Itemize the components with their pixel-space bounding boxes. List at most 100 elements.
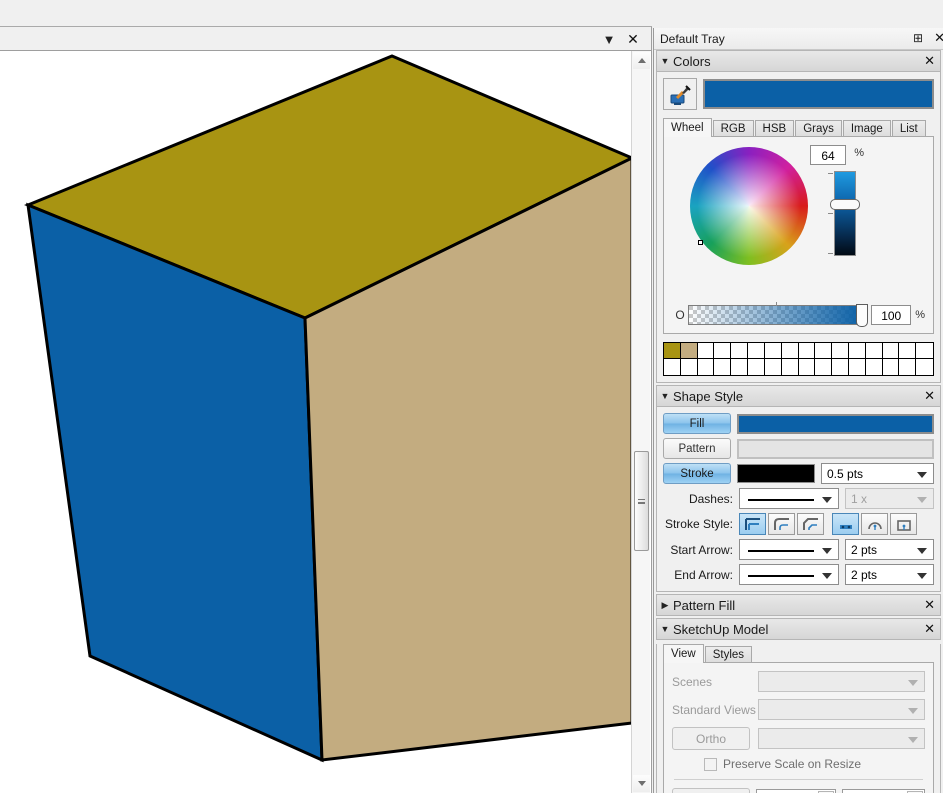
palette-swatch[interactable] (882, 343, 900, 359)
chevron-down-icon[interactable] (822, 572, 832, 579)
palette-swatch[interactable] (748, 343, 765, 359)
brightness-slider[interactable] (834, 171, 856, 256)
palette-swatch[interactable] (714, 343, 732, 359)
start-arrow-size-combo[interactable]: 2 pts (845, 539, 934, 560)
shape-style-panel-header[interactable]: ▼ Shape Style ✕ (656, 385, 941, 407)
palette-swatch[interactable] (748, 359, 765, 375)
chevron-down-icon[interactable] (917, 471, 927, 478)
palette-swatch[interactable] (781, 343, 799, 359)
start-arrow-combo[interactable] (739, 539, 839, 560)
corner-bevel-icon[interactable] (797, 513, 824, 535)
tab-image[interactable]: Image (842, 120, 891, 137)
tray-close-icon[interactable]: ✕ (934, 30, 943, 46)
colors-twisty-icon[interactable]: ▼ (657, 56, 673, 66)
stroke-button[interactable]: Stroke (663, 463, 731, 484)
brightness-value[interactable]: 64 (810, 145, 846, 165)
stroke-width-combo[interactable]: 0.5 pts (821, 463, 934, 484)
palette-swatch[interactable] (899, 359, 917, 375)
preserve-scale-checkbox[interactable] (704, 757, 717, 771)
cap-round-icon[interactable] (861, 513, 888, 535)
shadows-date-field[interactable]: 11/ 8 (842, 789, 925, 793)
chevron-down-icon[interactable] (917, 547, 927, 554)
colors-panel-header[interactable]: ▼ Colors ✕ (656, 50, 941, 72)
palette-swatch[interactable] (798, 359, 816, 375)
palette-swatch[interactable] (664, 359, 681, 375)
tab-grays[interactable]: Grays (795, 120, 842, 137)
tab-hsb[interactable]: HSB (754, 120, 795, 137)
pattern-fill-close-icon[interactable]: ✕ (924, 597, 935, 613)
palette-swatch[interactable] (764, 359, 782, 375)
end-arrow-combo[interactable] (739, 564, 839, 585)
shape-style-twisty-icon[interactable]: ▼ (657, 391, 673, 401)
palette-swatch[interactable] (714, 359, 732, 375)
close-icon[interactable]: ✕ (625, 31, 641, 47)
drawing-canvas[interactable] (0, 51, 632, 793)
alpha-slider-thumb[interactable] (856, 304, 869, 327)
preserve-scale-row[interactable]: Preserve Scale on Resize (704, 757, 925, 771)
color-palette-grid[interactable] (663, 342, 934, 376)
shape-style-close-icon[interactable]: ✕ (924, 388, 935, 404)
palette-swatch[interactable] (832, 359, 849, 375)
palette-swatch[interactable] (664, 343, 681, 359)
sketchup-model-panel-header[interactable]: ▼ SketchUp Model ✕ (656, 618, 941, 640)
cap-square-icon[interactable] (890, 513, 917, 535)
sketchup-model-twisty-icon[interactable]: ▼ (657, 624, 673, 634)
scrollbar-thumb[interactable] (634, 451, 649, 551)
chevron-down-icon[interactable] (822, 496, 832, 503)
palette-swatch[interactable] (848, 343, 866, 359)
tab-list[interactable]: List (891, 120, 926, 137)
pattern-fill-panel-header[interactable]: ▶ Pattern Fill ✕ (656, 594, 941, 616)
pattern-button[interactable]: Pattern (663, 438, 731, 459)
chevron-down-icon[interactable] (917, 572, 927, 579)
color-wheel[interactable] (690, 147, 808, 265)
dashes-combo[interactable] (739, 488, 839, 509)
tab-styles[interactable]: Styles (704, 646, 753, 663)
corner-round-icon[interactable] (768, 513, 795, 535)
palette-swatch[interactable] (832, 343, 849, 359)
palette-swatch[interactable] (731, 343, 749, 359)
palette-swatch[interactable] (798, 343, 816, 359)
cube-model[interactable] (0, 51, 632, 793)
alpha-value[interactable]: 100 (871, 305, 912, 325)
alpha-slider[interactable] (688, 302, 869, 327)
tab-wheel[interactable]: Wheel (663, 118, 712, 137)
corner-square-icon[interactable] (739, 513, 766, 535)
canvas-vertical-scrollbar[interactable] (631, 51, 650, 793)
shadows-time-field[interactable]: 01:30 PM (756, 789, 836, 793)
palette-swatch[interactable] (916, 359, 933, 375)
tab-rgb[interactable]: RGB (712, 120, 754, 137)
palette-swatch[interactable] (882, 359, 900, 375)
pattern-preview[interactable] (737, 438, 934, 459)
current-color-swatch[interactable] (703, 79, 934, 109)
palette-swatch[interactable] (815, 343, 833, 359)
palette-swatch[interactable] (781, 359, 799, 375)
cap-flat-icon[interactable] (832, 513, 859, 535)
colors-close-icon[interactable]: ✕ (924, 53, 935, 69)
palette-swatch[interactable] (848, 359, 866, 375)
palette-swatch[interactable] (815, 359, 833, 375)
chevron-down-icon[interactable] (822, 547, 832, 554)
palette-swatch[interactable] (680, 343, 698, 359)
scroll-up-arrow-icon[interactable] (633, 52, 650, 69)
stroke-color-swatch[interactable] (737, 464, 815, 483)
palette-swatch[interactable] (764, 343, 782, 359)
pattern-fill-twisty-icon[interactable]: ▶ (657, 600, 673, 611)
palette-swatch[interactable] (697, 359, 715, 375)
color-wheel-marker[interactable] (698, 240, 703, 245)
pin-icon[interactable]: ⊞ (913, 31, 923, 45)
palette-swatch[interactable] (899, 343, 917, 359)
fill-color-swatch[interactable] (737, 413, 934, 434)
brightness-slider-thumb[interactable] (830, 199, 860, 210)
palette-swatch[interactable] (865, 359, 883, 375)
palette-swatch[interactable] (916, 343, 933, 359)
palette-swatch[interactable] (731, 359, 749, 375)
eyedropper-icon[interactable] (663, 78, 697, 110)
sketchup-model-close-icon[interactable]: ✕ (924, 621, 935, 637)
scroll-down-arrow-icon[interactable] (633, 775, 650, 792)
palette-swatch[interactable] (865, 343, 883, 359)
palette-swatch[interactable] (680, 359, 698, 375)
fill-button[interactable]: Fill (663, 413, 731, 434)
minimize-icon[interactable]: ▼ (601, 31, 617, 47)
tab-view[interactable]: View (663, 644, 704, 663)
palette-swatch[interactable] (697, 343, 715, 359)
